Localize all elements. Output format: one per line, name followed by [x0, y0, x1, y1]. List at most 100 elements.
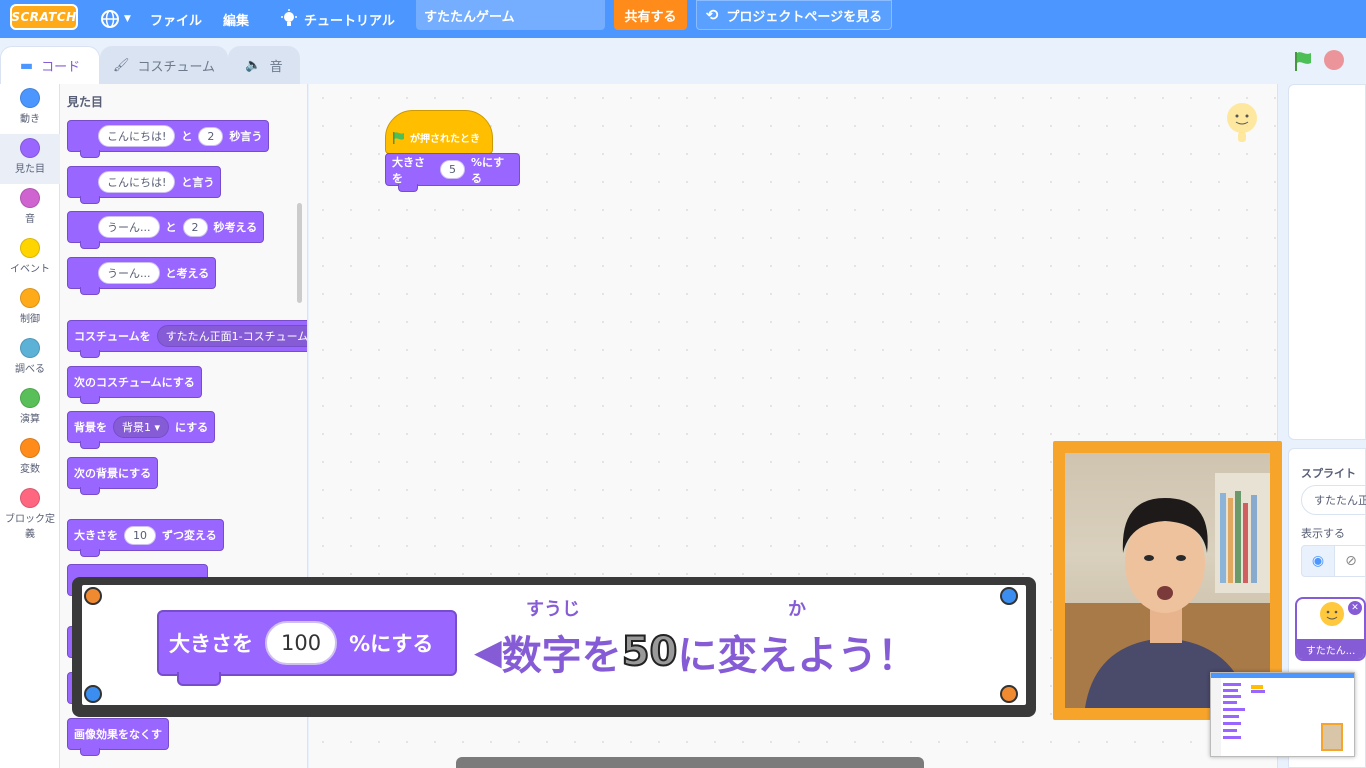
category-events[interactable]: イベント: [0, 234, 60, 284]
next-backdrop-block[interactable]: 次の背景にする: [67, 457, 159, 495]
lightbulb-icon: [281, 9, 297, 26]
category-label: 調べる: [15, 364, 45, 375]
block-input[interactable]: こんにちは!: [98, 171, 176, 193]
category-operators[interactable]: 演算: [0, 384, 60, 434]
category-label: 変数: [20, 464, 40, 475]
category-my-blocks[interactable]: ブロック定義: [0, 484, 60, 544]
screw-icon: [84, 587, 102, 605]
show-label: 表示する: [1301, 527, 1345, 540]
project-page-button[interactable]: ⟲ プロジェクトページを見る: [696, 0, 892, 30]
category-motion[interactable]: 動き: [0, 84, 60, 134]
sprite-thumb-label: すたたん...: [1297, 639, 1364, 659]
palette-scrollbar[interactable]: [297, 203, 302, 303]
green-flag-icon: [393, 132, 404, 144]
category-looks[interactable]: 見た目: [0, 134, 60, 184]
block-input[interactable]: うーん...: [98, 262, 160, 284]
think-block[interactable]: うーん... と考える: [67, 257, 217, 295]
category-menu: 動き 見た目 音 イベント 制御 調べる 演算 変数 ブロック定義: [0, 84, 60, 768]
category-sensing[interactable]: 調べる: [0, 334, 60, 384]
palette-title: 見た目: [67, 95, 104, 109]
block-label: 背景を: [74, 421, 107, 434]
sprite-icon: [1320, 602, 1344, 626]
chevron-down-icon: ▼: [124, 14, 131, 24]
code-icon: ▬: [19, 57, 34, 74]
category-label: 音: [25, 214, 35, 225]
sprite-name-input[interactable]: すたたん正面: [1301, 485, 1366, 515]
banner-text-part1: 数字を: [501, 633, 622, 679]
clear-effects-block[interactable]: 画像効果をなくす: [67, 718, 169, 756]
block-label: と: [165, 221, 177, 234]
think-for-secs-block[interactable]: うーん... と 2 秒考える: [67, 211, 265, 249]
say-for-secs-block[interactable]: こんにちは! と 2 秒言う: [67, 120, 270, 158]
preview-image: [1211, 673, 1354, 756]
block-label: 大きさを: [392, 155, 425, 185]
eye-off-icon: ⊘: [1345, 553, 1357, 569]
banner-instruction: ◀ 数字を 50 に変えよう！: [474, 623, 917, 681]
block-label: と言う: [181, 176, 215, 189]
category-label: ブロック定義: [5, 514, 55, 540]
switch-costume-block[interactable]: コスチュームを すたたん正面1-コスチューム1: [67, 320, 307, 358]
hat-label: が押されたとき: [410, 134, 480, 145]
stop-icon[interactable]: [1324, 50, 1344, 70]
bottom-scrollbar[interactable]: [456, 757, 924, 768]
block-input[interactable]: 2: [198, 126, 224, 146]
eye-icon: ◉: [1311, 553, 1325, 569]
category-label: 制御: [20, 314, 40, 325]
tutorial-label: チュートリアル: [304, 13, 395, 29]
tab-code-label: コード: [41, 60, 81, 75]
screw-icon: [84, 685, 102, 703]
workspace-set-size-block[interactable]: 大きさを 5 %にする: [385, 153, 520, 192]
block-label: にする: [175, 421, 209, 434]
tab-sounds[interactable]: 🔈 音: [228, 46, 300, 84]
ruby-number: すうじ: [526, 599, 580, 620]
delete-sprite-icon[interactable]: ✕: [1348, 601, 1362, 615]
costume-dropdown[interactable]: すたたん正面1-コスチューム1: [156, 325, 307, 347]
project-title-input[interactable]: すたたんゲーム: [416, 0, 605, 30]
scratch-logo[interactable]: SCRATCH: [10, 4, 78, 30]
file-menu[interactable]: ファイル: [150, 0, 202, 38]
backdrop-dropdown[interactable]: 背景1 ▾: [113, 416, 170, 438]
category-control[interactable]: 制御: [0, 284, 60, 334]
language-menu[interactable]: ▼: [100, 0, 131, 38]
banner-set-size-block: 大きさを 100 %にする: [157, 610, 457, 686]
tutorial-menu[interactable]: チュートリアル: [280, 0, 395, 38]
block-input[interactable]: うーん...: [98, 216, 160, 238]
change-size-block[interactable]: 大きさを 10 ずつ変える: [67, 519, 224, 557]
category-variables[interactable]: 変数: [0, 434, 60, 484]
banner-block-label: 大きさを: [169, 632, 253, 656]
banner-block-label: %にする: [349, 632, 434, 656]
screw-icon: [1000, 685, 1018, 703]
stage[interactable]: [1288, 84, 1366, 440]
category-sound[interactable]: 音: [0, 184, 60, 234]
block-input[interactable]: こんにちは!: [98, 125, 176, 147]
tab-code[interactable]: ▬ コード: [0, 46, 100, 84]
next-costume-block[interactable]: 次のコスチュームにする: [67, 366, 202, 404]
tab-costumes-label: コスチューム: [137, 60, 216, 75]
share-button[interactable]: 共有する: [614, 0, 687, 30]
block-input[interactable]: 2: [182, 217, 208, 237]
sprite-thumbnail[interactable]: ✕ すたたん...: [1295, 597, 1366, 661]
block-label: 秒言う: [229, 130, 263, 143]
block-input[interactable]: 10: [124, 525, 156, 545]
size-input[interactable]: 5: [439, 160, 465, 179]
block-label: ずつ変える: [162, 529, 217, 542]
brush-icon: 🖌: [112, 58, 130, 73]
block-label: %にする: [470, 155, 505, 185]
arrow-left-icon: ◀: [474, 631, 502, 673]
green-flag-icon[interactable]: [1292, 50, 1314, 72]
sprite-ghost-icon: [1227, 103, 1257, 142]
sprite-title: スプライト: [1301, 467, 1356, 480]
when-flag-clicked-block[interactable]: が押されたとき: [385, 110, 493, 154]
tab-costumes[interactable]: 🖌 コスチューム: [100, 46, 228, 84]
editor-tabs: ▬ コード 🖌 コスチューム 🔈 音: [0, 46, 300, 84]
banner-panel: 大きさを 100 %にする すうじ か ◀ 数字を 50 に変えよう！: [82, 585, 1026, 705]
edit-menu[interactable]: 編集: [223, 0, 249, 38]
switch-backdrop-block[interactable]: 背景を 背景1 ▾ にする: [67, 411, 216, 449]
block-label: と考える: [165, 267, 210, 280]
hide-button[interactable]: ⊘: [1334, 545, 1366, 577]
show-button[interactable]: ◉: [1301, 545, 1335, 577]
say-block[interactable]: こんにちは! と言う: [67, 166, 222, 204]
block-label: 大きさを: [74, 529, 118, 542]
banner-block-value: 100: [265, 621, 338, 665]
mini-preview: [1210, 672, 1355, 757]
